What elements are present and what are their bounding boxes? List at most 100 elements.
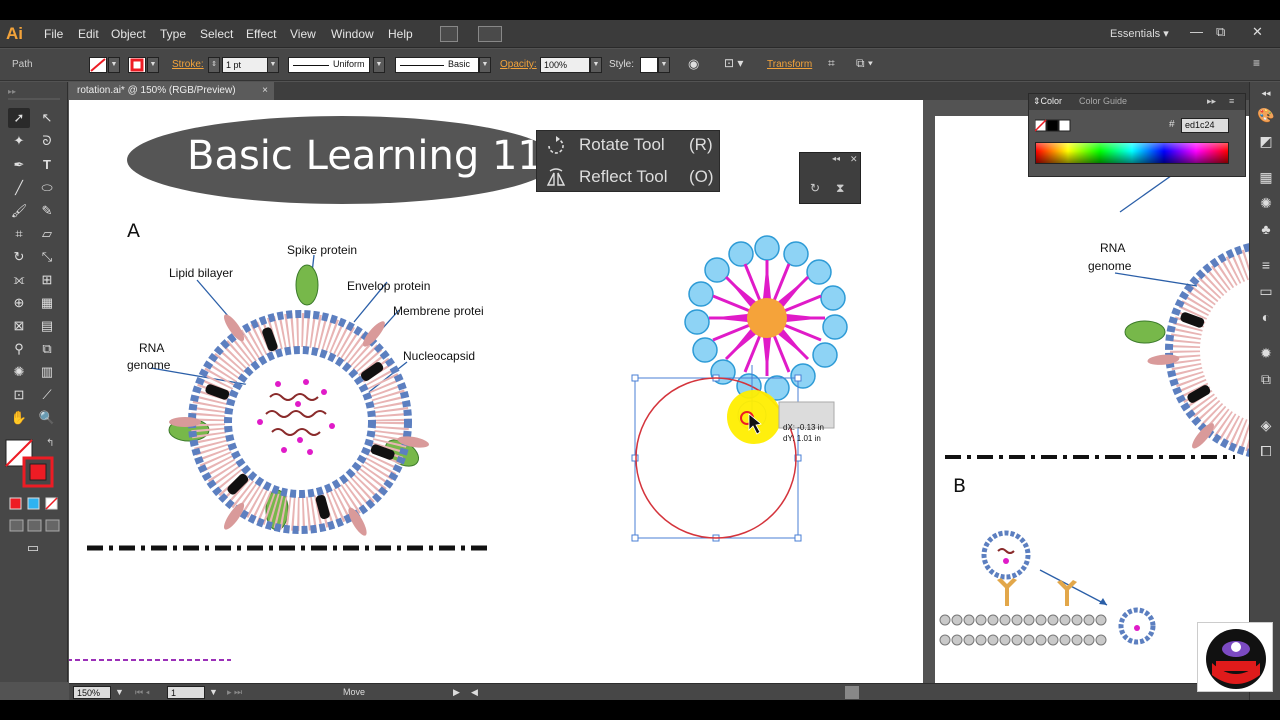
paintbrush-tool-icon[interactable]: 🖌: [8, 201, 30, 221]
symbols-icon[interactable]: ♣: [1256, 220, 1276, 238]
dock-collapse-icon[interactable]: ◂◂: [1256, 84, 1276, 102]
transparency-icon[interactable]: ◐: [1256, 308, 1276, 326]
brush-definition[interactable]: Basic: [395, 57, 479, 73]
pencil-tool-icon[interactable]: ✎: [36, 201, 58, 221]
tearoff-rotate-icon[interactable]: ↻: [810, 181, 820, 195]
opacity-label[interactable]: Opacity:: [500, 59, 537, 70]
free-transform-tool-icon[interactable]: ⊞: [36, 270, 58, 290]
document-tab-close-icon[interactable]: ×: [262, 82, 268, 100]
document-tab[interactable]: rotation.ai* @ 150% (RGB/Preview) ×: [69, 82, 274, 100]
align-to-icon[interactable]: ⊡ ▾: [724, 56, 743, 70]
panel-collapse-icon[interactable]: ◂◂: [832, 154, 840, 163]
color-quick-swatches[interactable]: [1035, 119, 1075, 135]
fill-dropdown[interactable]: ▼: [108, 57, 120, 73]
first-artboard-button[interactable]: ⏮ ◂: [135, 687, 150, 698]
artboards-icon[interactable]: ⧠: [1256, 442, 1276, 460]
eraser-tool-icon[interactable]: ▱: [36, 224, 58, 244]
zoom-tool-icon[interactable]: 🔍: [36, 408, 58, 428]
gradient-panel-icon[interactable]: ▭: [1256, 282, 1276, 300]
slice-tool-icon[interactable]: ⟋: [36, 385, 58, 405]
status-menu-arrow[interactable]: ▶: [453, 687, 460, 698]
transform-link[interactable]: Transform: [767, 59, 812, 70]
workspace-switcher[interactable]: Essentials ▾: [1110, 27, 1169, 40]
opacity-field[interactable]: 100%: [540, 57, 590, 73]
color-panel-collapse-icon[interactable]: ▸▸: [1207, 96, 1216, 107]
zoom-level-field[interactable]: 150%: [73, 686, 111, 699]
last-artboard-button[interactable]: ▸ ⏭: [227, 687, 242, 698]
fill-swatch[interactable]: [89, 57, 107, 73]
lasso-tool-icon[interactable]: ᘐ: [36, 131, 58, 151]
panel-close-icon[interactable]: ✕: [850, 154, 858, 165]
menu-window[interactable]: Window: [331, 27, 374, 41]
stroke-weight-field[interactable]: 1 pt: [222, 57, 268, 73]
flyout-item-reflect[interactable]: Reflect Tool (O): [537, 163, 721, 193]
menu-object[interactable]: Object: [111, 27, 146, 41]
rotate-tearoff-panel[interactable]: ◂◂ ✕ ↻ ⧗: [799, 152, 861, 204]
stroke-weight-stepper[interactable]: ⇕: [208, 57, 220, 73]
tearoff-reflect-icon[interactable]: ⧗: [836, 181, 844, 196]
profile-dropdown[interactable]: ▼: [373, 57, 385, 73]
zoom-dropdown[interactable]: ▼: [115, 687, 124, 697]
blend-tool-icon[interactable]: ⧉: [36, 339, 58, 359]
close-button[interactable]: ✕: [1252, 24, 1263, 40]
bridge-icon[interactable]: [440, 26, 458, 42]
stroke-label[interactable]: Stroke:: [172, 59, 204, 70]
menu-file[interactable]: File: [44, 27, 63, 41]
horizontal-scroll-thumb[interactable]: [845, 686, 859, 699]
mesh-tool-icon[interactable]: ⊠: [8, 316, 30, 336]
color-spectrum[interactable]: [1035, 142, 1229, 164]
scroll-left-arrow[interactable]: ◀: [471, 687, 478, 698]
menu-select[interactable]: Select: [200, 27, 233, 41]
magic-wand-tool-icon[interactable]: ✦: [8, 131, 30, 151]
eyedropper-tool-icon[interactable]: ⚲: [8, 339, 30, 359]
graphic-style-swatch[interactable]: [640, 57, 658, 73]
stroke-swatch[interactable]: [128, 57, 146, 73]
artboard-number-field[interactable]: 1: [167, 686, 205, 699]
pen-tool-icon[interactable]: ✒: [8, 155, 30, 175]
hand-tool-icon[interactable]: ✋: [8, 408, 30, 428]
variable-width-profile[interactable]: Uniform: [288, 57, 370, 73]
direct-selection-tool-icon[interactable]: ↖: [36, 108, 58, 128]
swatches-icon[interactable]: ▦: [1256, 168, 1276, 186]
width-tool-icon[interactable]: ⟗: [8, 270, 30, 290]
scale-tool-icon[interactable]: ⤡: [36, 247, 58, 267]
type-tool-icon[interactable]: T: [36, 155, 58, 175]
stroke-dropdown[interactable]: ▼: [147, 57, 159, 73]
stroke-weight-dropdown[interactable]: ▼: [267, 57, 279, 73]
recolor-artwork-icon[interactable]: ◉: [688, 56, 699, 72]
stroke-panel-icon[interactable]: ≡: [1256, 256, 1276, 274]
menu-view[interactable]: View: [290, 27, 316, 41]
artboard-tool-icon[interactable]: ⊡: [8, 385, 30, 405]
color-panel-menu-icon[interactable]: ≡: [1229, 96, 1234, 106]
tab-color[interactable]: ⇕Color: [1033, 96, 1062, 107]
menu-help[interactable]: Help: [388, 27, 413, 41]
hex-value-field[interactable]: ed1c24: [1181, 118, 1229, 133]
color-guide-icon[interactable]: ◩: [1256, 132, 1276, 150]
artboard-dropdown[interactable]: ▼: [209, 687, 218, 697]
style-dropdown[interactable]: ▼: [658, 57, 670, 73]
ellipse-tool-icon[interactable]: ⬭: [36, 178, 58, 198]
opacity-dropdown[interactable]: ▼: [590, 57, 602, 73]
graphic-styles-icon[interactable]: ⧉: [1256, 370, 1276, 388]
layers-icon[interactable]: ◈: [1256, 416, 1276, 434]
brushes-icon[interactable]: ✺: [1256, 194, 1276, 212]
flyout-item-rotate[interactable]: Rotate Tool (R): [537, 131, 721, 161]
menu-type[interactable]: Type: [160, 27, 186, 41]
isolate-icon[interactable]: ⌗: [828, 56, 835, 71]
gradient-tool-icon[interactable]: ▤: [36, 316, 58, 336]
menu-effect[interactable]: Effect: [246, 27, 276, 41]
menu-edit[interactable]: Edit: [78, 27, 99, 41]
column-graph-tool-icon[interactable]: ▥: [36, 362, 58, 382]
appearance-icon[interactable]: ✹: [1256, 344, 1276, 362]
tab-color-guide[interactable]: Color Guide: [1079, 96, 1127, 106]
control-panel-menu-icon[interactable]: ≡: [1253, 56, 1260, 70]
shape-builder-tool-icon[interactable]: ⊕: [8, 293, 30, 313]
rotate-tool-icon[interactable]: ↻: [8, 247, 30, 267]
restore-button[interactable]: ⧉: [1216, 24, 1225, 40]
screen-mode-icon[interactable]: ▭: [22, 538, 44, 558]
perspective-grid-tool-icon[interactable]: ▦: [36, 293, 58, 313]
distribute-icon[interactable]: ⧉ ▾: [856, 56, 873, 71]
blob-brush-tool-icon[interactable]: ⌗: [8, 224, 30, 244]
selection-tool-icon[interactable]: ➚: [8, 108, 30, 128]
minimize-button[interactable]: —: [1190, 24, 1203, 39]
